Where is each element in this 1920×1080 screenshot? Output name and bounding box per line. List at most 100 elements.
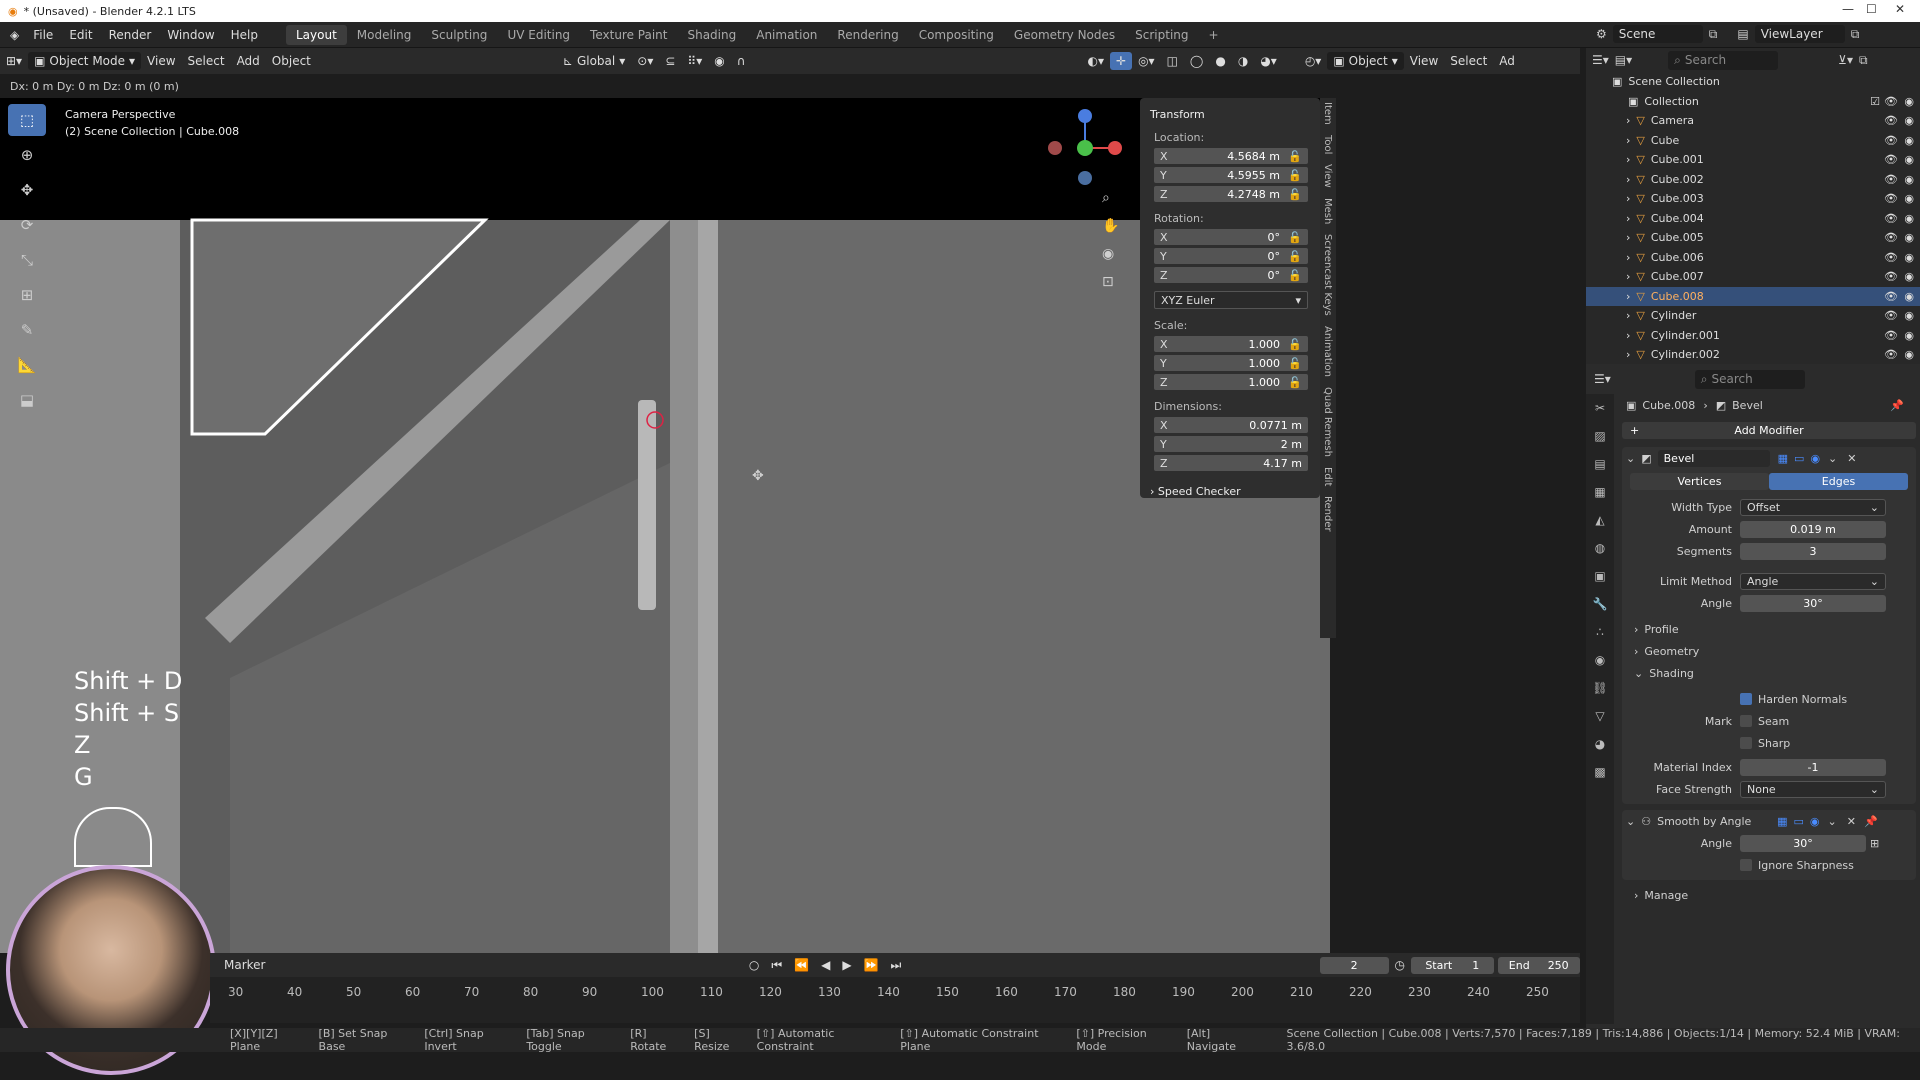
tab-edit[interactable]: Edit — [1322, 467, 1333, 486]
harden-normals-checkbox[interactable] — [1740, 693, 1752, 705]
jump-start-icon[interactable]: ⏮ — [765, 956, 788, 975]
render-tab-icon[interactable]: ▨ — [1586, 422, 1614, 450]
location-z-field[interactable]: Z 4.2748 m 🔓 — [1154, 186, 1308, 202]
scene-selector[interactable]: Scene — [1612, 25, 1703, 43]
outliner-item[interactable]: › ▽ Cube.002 👁 ◉ — [1586, 170, 1920, 190]
chevron-right-icon[interactable]: › — [1626, 309, 1630, 322]
keyframe-icon[interactable]: ○ — [743, 956, 765, 974]
eye-icon[interactable]: 👁 — [1884, 290, 1898, 303]
minimize-icon[interactable]: — — [1842, 2, 1854, 16]
collection-row[interactable]: ▣ Collection ☑ 👁 ◉ — [1586, 92, 1920, 112]
shading-wire-icon[interactable]: ◯ — [1184, 52, 1209, 70]
tab-item[interactable]: Item — [1322, 102, 1333, 125]
pan-hand-icon[interactable]: ✋ — [1102, 218, 1119, 234]
gizmo-icon[interactable]: ✛ — [1110, 52, 1133, 70]
right-editor-type-icon[interactable]: ◴▾ — [1299, 52, 1328, 70]
eye-icon[interactable]: 👁 — [1884, 134, 1898, 147]
properties-editor-icon[interactable]: ☰▾ — [1594, 372, 1611, 386]
eye-icon[interactable]: 👁 — [1884, 270, 1898, 283]
start-frame-field[interactable]: Start 1 — [1411, 956, 1494, 974]
dropdown-icon[interactable]: ⌄ — [1828, 452, 1837, 465]
chevron-right-icon[interactable]: › — [1626, 192, 1630, 205]
workspace-tab-sculpting[interactable]: Sculpting — [421, 25, 497, 45]
outliner-item[interactable]: › ▽ Camera 👁 ◉ — [1586, 111, 1920, 131]
orientation-selector[interactable]: ⊾ Global ▾ — [557, 52, 631, 70]
pin-icon[interactable]: 📌 — [1864, 815, 1878, 828]
workspace-tab-rendering[interactable]: Rendering — [827, 25, 908, 45]
camera-render-icon[interactable]: ◉ — [1904, 290, 1914, 303]
camera-render-icon[interactable]: ◉ — [1904, 348, 1914, 361]
tab-quad-remesh[interactable]: Quad Remesh — [1322, 387, 1333, 457]
chevron-right-icon[interactable]: › — [1626, 212, 1630, 225]
tab-view[interactable]: View — [1322, 164, 1333, 188]
eye-icon[interactable]: 👁 — [1884, 212, 1898, 225]
filter-icon[interactable]: ⊻▾ — [1838, 53, 1853, 67]
outliner-item[interactable]: › ▽ Cylinder.002 👁 ◉ — [1586, 345, 1920, 365]
seam-checkbox[interactable] — [1740, 715, 1752, 727]
pivot-icon[interactable]: ⊙▾ — [631, 52, 659, 70]
smooth-header[interactable]: ⌄ ⚇ Smooth by Angle ▦ ▭ ◉ ⌄ ✕ 📌 — [1622, 810, 1916, 832]
add-cube-icon[interactable]: ⬓ — [8, 384, 46, 416]
properties-search[interactable]: ⌕ Search — [1694, 369, 1805, 389]
snap-icon[interactable]: ⊆ — [659, 52, 681, 70]
tool-tab-icon[interactable]: ✂ — [1586, 394, 1614, 422]
chevron-right-icon[interactable]: › — [1626, 153, 1630, 166]
camera-render-icon[interactable]: ◉ — [1904, 270, 1914, 283]
smooth-angle-field[interactable]: 30° — [1740, 834, 1866, 852]
profile-subpanel[interactable]: › Profile — [1622, 618, 1916, 640]
move-icon[interactable]: ✥ — [8, 174, 46, 206]
new-viewlayer-icon[interactable]: ⧉ — [1851, 27, 1860, 42]
shading-rendered-icon[interactable]: ◕▾ — [1254, 52, 1283, 70]
add-menu[interactable]: Add — [231, 52, 266, 70]
segments-field[interactable]: 3 — [1740, 542, 1886, 560]
lock-icon[interactable]: 🔓 — [1286, 357, 1302, 370]
add-workspace-icon[interactable]: + — [1199, 25, 1229, 45]
tab-screencast-keys[interactable]: Screencast Keys — [1322, 234, 1333, 316]
editor-type-icon[interactable]: ⊞▾ — [0, 52, 28, 70]
outliner-search[interactable]: ⌕ Search — [1668, 50, 1779, 70]
prev-key-icon[interactable]: ⏪ — [788, 956, 815, 974]
camera-render-icon[interactable]: ◉ — [1904, 192, 1914, 205]
physics-tab-icon[interactable]: ◉ — [1586, 646, 1614, 674]
chevron-right-icon[interactable]: › — [1626, 173, 1630, 186]
right-object-selector[interactable]: ▣ Object ▾ — [1327, 52, 1404, 70]
overlay-icon[interactable]: ◎▾ — [1132, 52, 1161, 70]
chevron-right-icon[interactable]: › — [1626, 231, 1630, 244]
outliner-item[interactable]: › ▽ Cube 👁 ◉ — [1586, 131, 1920, 151]
cursor-tool-icon[interactable]: ⊕ — [8, 139, 46, 171]
outliner-editor-icon[interactable]: ☰▾ — [1592, 53, 1609, 67]
modifier-tab-icon[interactable]: 🔧 — [1586, 590, 1614, 618]
nav-gizmo[interactable] — [1045, 108, 1125, 188]
xray-icon[interactable]: ◫ — [1161, 52, 1184, 70]
outliner-item[interactable]: › ▽ Cube.007 👁 ◉ — [1586, 267, 1920, 287]
workspace-tab-uv-editing[interactable]: UV Editing — [497, 25, 580, 45]
maximize-icon[interactable]: ☐ — [1866, 2, 1877, 16]
lock-icon[interactable]: 🔓 — [1286, 150, 1302, 163]
tab-vertices[interactable]: Vertices — [1630, 473, 1769, 490]
camera-render-icon[interactable]: ◉ — [1904, 329, 1914, 342]
blender-menu-icon[interactable]: ◈ — [10, 28, 19, 42]
outliner-item[interactable]: › ▽ Cylinder.001 👁 ◉ — [1586, 326, 1920, 346]
new-collection-icon[interactable]: ⧉ — [1859, 53, 1868, 68]
scale-icon[interactable]: ⤡ — [8, 244, 46, 276]
viewport-toggle-icon[interactable]: ▭ — [1794, 452, 1804, 465]
viewlayer-selector[interactable]: ViewLayer — [1754, 25, 1845, 43]
mode-selector[interactable]: ▣ Object Mode ▾ — [28, 52, 142, 70]
camera-render-icon[interactable]: ◉ — [1904, 309, 1914, 322]
constraints-tab-icon[interactable]: ⛓ — [1586, 674, 1614, 702]
end-frame-field[interactable]: End 250 — [1497, 956, 1580, 974]
menu-render[interactable]: Render — [101, 28, 160, 42]
new-scene-icon[interactable]: ⧉ — [1709, 27, 1718, 42]
tab-edges[interactable]: Edges — [1769, 473, 1908, 490]
eye-icon[interactable]: 👁 — [1884, 309, 1898, 322]
tab-mesh[interactable]: Mesh — [1322, 198, 1333, 224]
play-icon[interactable]: ▶ — [836, 956, 857, 974]
workspace-tab-modeling[interactable]: Modeling — [347, 25, 422, 45]
outliner-item[interactable]: › ▽ Cube.008 👁 ◉ — [1586, 286, 1920, 306]
editmode-toggle-icon[interactable]: ▦ — [1778, 452, 1788, 465]
camera-render-icon[interactable]: ◉ — [1904, 173, 1914, 186]
workspace-tab-compositing[interactable]: Compositing — [909, 25, 1004, 45]
shading-subpanel[interactable]: ⌄ Shading — [1622, 662, 1916, 684]
location-y-field[interactable]: Y 4.5955 m 🔓 — [1154, 167, 1308, 183]
rotation-x-field[interactable]: X 0° 🔓 — [1154, 229, 1308, 245]
